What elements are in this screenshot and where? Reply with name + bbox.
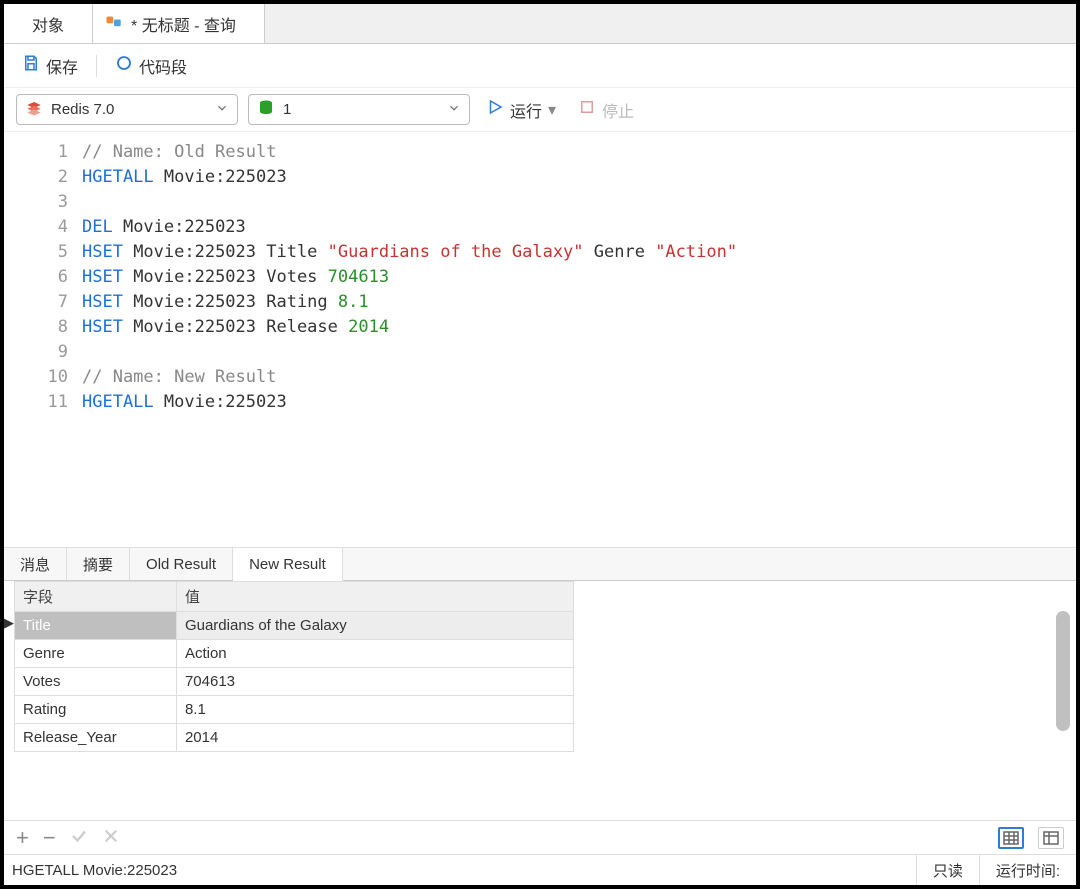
cell-value[interactable]: 704613 [176,668,573,696]
chevron-down-icon [447,101,461,119]
snippet-icon [115,54,133,77]
vertical-scrollbar[interactable] [1056,611,1070,731]
col-field[interactable]: 字段 [15,582,177,612]
snippet-button[interactable]: 代码段 [109,50,193,82]
table-row[interactable]: GenreAction [15,640,574,668]
server-dropdown[interactable]: Redis 7.0 [16,94,238,125]
table-row[interactable]: Rating8.1 [15,696,574,724]
table-row[interactable]: Votes704613 [15,668,574,696]
chevron-down-icon [215,101,229,119]
line-number: 11 [4,390,68,415]
toolbar: 保存 代码段 [4,44,1076,88]
code-line[interactable]: DEL Movie:225023 [82,215,737,240]
result-table[interactable]: 字段 值 TitleGuardians of the GalaxyGenreAc… [14,581,574,752]
col-value[interactable]: 值 [176,582,573,612]
status-bar: HGETALL Movie:225023 只读 运行时间: [4,855,1076,885]
current-row-marker: ▶ [4,615,14,631]
tab-query-label: * 无标题 - 查询 [131,12,236,36]
cell-field[interactable]: Genre [15,640,177,668]
table-row[interactable]: Release_Year2014 [15,724,574,752]
line-number: 5 [4,240,68,265]
result-tab[interactable]: New Result [233,548,343,581]
snippet-label: 代码段 [139,54,187,78]
database-icon [257,99,275,121]
database-dropdown[interactable]: 1 [248,94,470,125]
status-readonly: 只读 [916,855,979,885]
form-view-button[interactable] [1038,827,1064,849]
redis-icon [25,99,43,121]
cell-value[interactable]: 2014 [176,724,573,752]
toolbar-separator [96,55,97,77]
line-number: 4 [4,215,68,240]
line-number: 7 [4,290,68,315]
run-dropdown-icon[interactable]: ▾ [548,100,556,120]
apply-icon [70,827,88,849]
stop-icon [578,98,596,121]
result-tab[interactable]: Old Result [130,548,233,580]
query-tab-icon [105,12,123,35]
save-icon [22,54,40,77]
delete-record-icon[interactable]: − [43,825,56,851]
cell-field[interactable]: Rating [15,696,177,724]
stop-label: 停止 [602,98,634,122]
run-label: 运行 [510,98,542,122]
cell-field[interactable]: Votes [15,668,177,696]
result-table-container: ▶ 字段 值 TitleGuardians of the GalaxyGenre… [4,581,1076,821]
code-editor[interactable]: 1234567891011 // Name: Old ResultHGETALL… [4,132,1076,547]
app-window: 对象 * 无标题 - 查询 保存 代码段 [0,0,1080,889]
status-runtime: 运行时间: [979,855,1076,885]
table-row[interactable]: TitleGuardians of the Galaxy [15,612,574,640]
tab-objects-label: 对象 [32,12,64,36]
code-line[interactable]: HSET Movie:225023 Title "Guardians of th… [82,240,737,265]
code-line[interactable]: HSET Movie:225023 Release 2014 [82,315,737,340]
result-tabbar: 消息摘要Old ResultNew Result [4,547,1076,581]
line-number: 6 [4,265,68,290]
tab-query[interactable]: * 无标题 - 查询 [93,4,265,43]
cell-value[interactable]: Action [176,640,573,668]
connection-bar: Redis 7.0 1 运行 ▾ [4,88,1076,132]
run-button[interactable]: 运行 ▾ [480,94,562,126]
code-line[interactable]: // Name: New Result [82,365,737,390]
line-number: 3 [4,190,68,215]
line-number: 9 [4,340,68,365]
stop-button: 停止 [572,94,640,126]
status-command: HGETALL Movie:225023 [4,862,916,879]
grid-view-button[interactable] [998,827,1024,849]
window-tabbar: 对象 * 无标题 - 查询 [4,4,1076,44]
code-content[interactable]: // Name: Old ResultHGETALL Movie:225023 … [82,132,737,547]
save-label: 保存 [46,54,78,78]
line-number: 2 [4,165,68,190]
line-gutter: 1234567891011 [4,132,82,547]
result-tab[interactable]: 消息 [4,548,67,580]
line-number: 8 [4,315,68,340]
code-line[interactable] [82,190,737,215]
line-number: 1 [4,140,68,165]
code-line[interactable]: HSET Movie:225023 Votes 704613 [82,265,737,290]
code-line[interactable]: HSET Movie:225023 Rating 8.1 [82,290,737,315]
save-button[interactable]: 保存 [16,50,84,82]
code-line[interactable]: HGETALL Movie:225023 [82,390,737,415]
add-record-icon[interactable]: + [16,825,29,851]
server-label: Redis 7.0 [51,101,114,118]
database-label: 1 [283,101,291,118]
cell-value[interactable]: 8.1 [176,696,573,724]
cell-field[interactable]: Title [15,612,177,640]
result-tab[interactable]: 摘要 [67,548,130,580]
play-icon [486,98,504,121]
code-line[interactable]: // Name: Old Result [82,140,737,165]
cell-value[interactable]: Guardians of the Galaxy [176,612,573,640]
record-edit-bar: + − [4,821,1076,855]
cell-field[interactable]: Release_Year [15,724,177,752]
line-number: 10 [4,365,68,390]
code-line[interactable] [82,340,737,365]
tab-objects[interactable]: 对象 [4,4,93,43]
code-line[interactable]: HGETALL Movie:225023 [82,165,737,190]
cancel-icon [102,827,120,849]
